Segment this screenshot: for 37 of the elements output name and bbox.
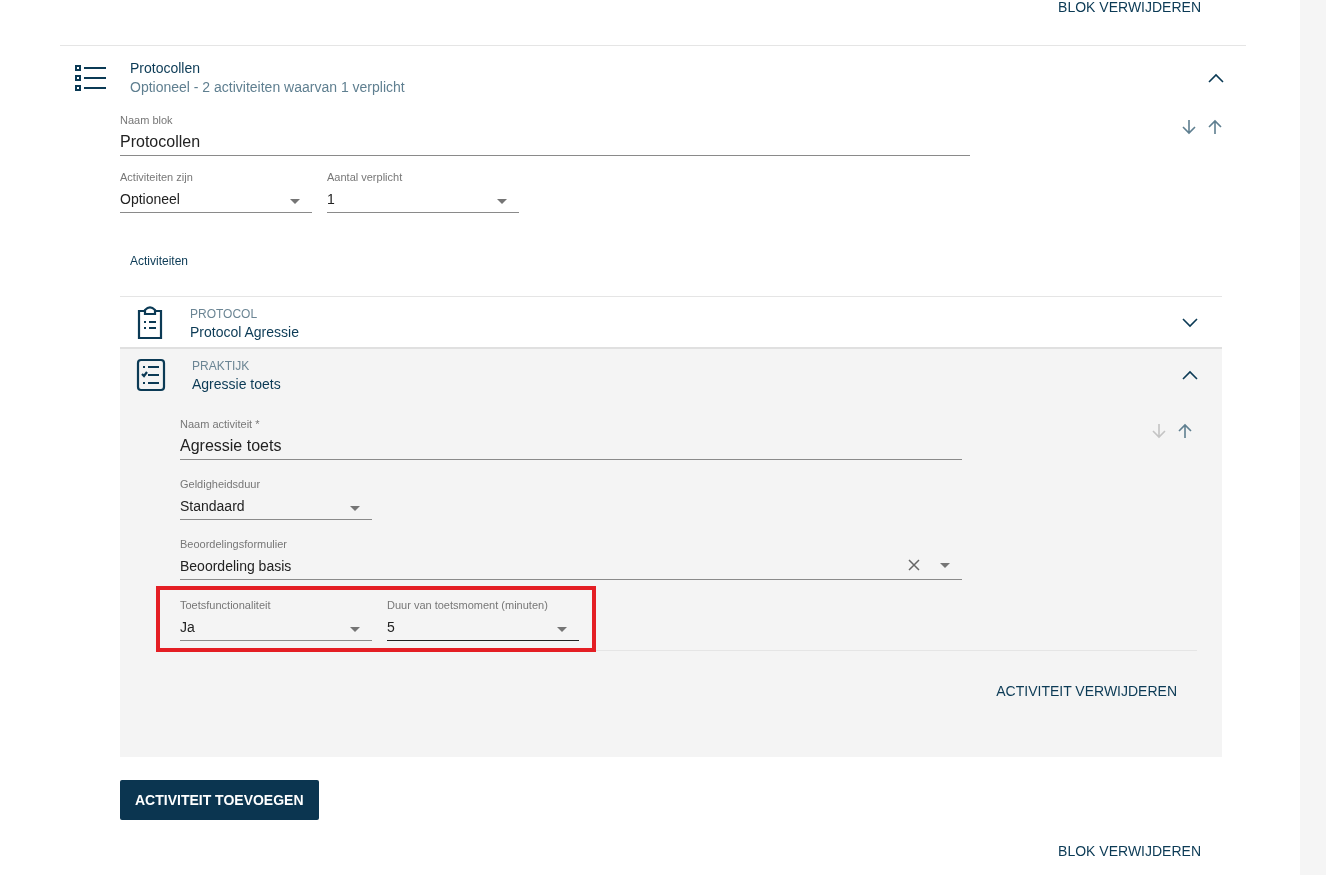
activity-header[interactable]: PRAKTIJK Agressie toets bbox=[120, 349, 1222, 399]
select-field[interactable]: Beoordelingsformulier Beoordeling basis bbox=[180, 537, 962, 580]
arrow-down-icon[interactable] bbox=[1182, 119, 1196, 135]
select-field[interactable]: Activiteiten zijn Optioneel bbox=[120, 170, 312, 213]
clipboard-icon bbox=[136, 306, 164, 340]
text-field[interactable]: Naam blok Protocollen bbox=[120, 113, 970, 156]
dropdown-arrow-icon[interactable] bbox=[350, 627, 360, 632]
block-title: Protocollen bbox=[130, 60, 202, 76]
dropdown-arrow-icon[interactable] bbox=[557, 627, 567, 632]
clear-icon[interactable] bbox=[908, 559, 920, 571]
dropdown-arrow-icon[interactable] bbox=[940, 562, 950, 568]
activity-type: PROTOCOL bbox=[190, 306, 259, 321]
arrow-up-icon[interactable] bbox=[1178, 423, 1192, 439]
add-activity-button[interactable]: ACTIVITEIT TOEVOEGEN bbox=[120, 780, 319, 820]
delete-block-link[interactable]: BLOK VERWIJDEREN bbox=[1058, 0, 1201, 14]
select-field[interactable]: Geldigheidsduur Standaard bbox=[180, 477, 372, 520]
activity-title: Agressie toets bbox=[192, 375, 282, 392]
select-field[interactable]: Toetsfunctionaliteit Ja bbox=[180, 598, 372, 641]
text-field[interactable]: Naam activiteit * Agressie toets bbox=[180, 417, 962, 460]
block-subtitle: Optioneel - 2 activiteiten waarvan 1 verplicht bbox=[130, 79, 406, 95]
select-field[interactable]: Aantal verplicht 1 bbox=[327, 170, 519, 213]
activity-type: PRAKTIJK bbox=[192, 358, 251, 373]
chevron-down-icon[interactable] bbox=[1182, 318, 1198, 328]
activities-heading: Activiteiten bbox=[130, 254, 190, 268]
select-field[interactable]: Duur van toetsmoment (minuten) 5 bbox=[387, 598, 579, 641]
list-icon bbox=[75, 64, 107, 91]
chevron-up-icon[interactable] bbox=[1208, 72, 1224, 83]
chevron-up-icon[interactable] bbox=[1182, 370, 1198, 380]
arrow-up-icon[interactable] bbox=[1208, 119, 1222, 135]
dropdown-arrow-icon[interactable] bbox=[350, 506, 360, 511]
delete-activity-link[interactable]: ACTIVITEIT VERWIJDEREN bbox=[996, 683, 1177, 699]
dropdown-arrow-icon[interactable] bbox=[290, 199, 300, 204]
checklist-icon bbox=[136, 358, 166, 392]
activity-header[interactable]: PROTOCOL Protocol Agressie bbox=[120, 297, 1222, 347]
dropdown-arrow-icon[interactable] bbox=[497, 199, 507, 204]
delete-block-link[interactable]: BLOK VERWIJDEREN bbox=[1058, 843, 1201, 859]
activity-title: Protocol Agressie bbox=[190, 323, 300, 340]
